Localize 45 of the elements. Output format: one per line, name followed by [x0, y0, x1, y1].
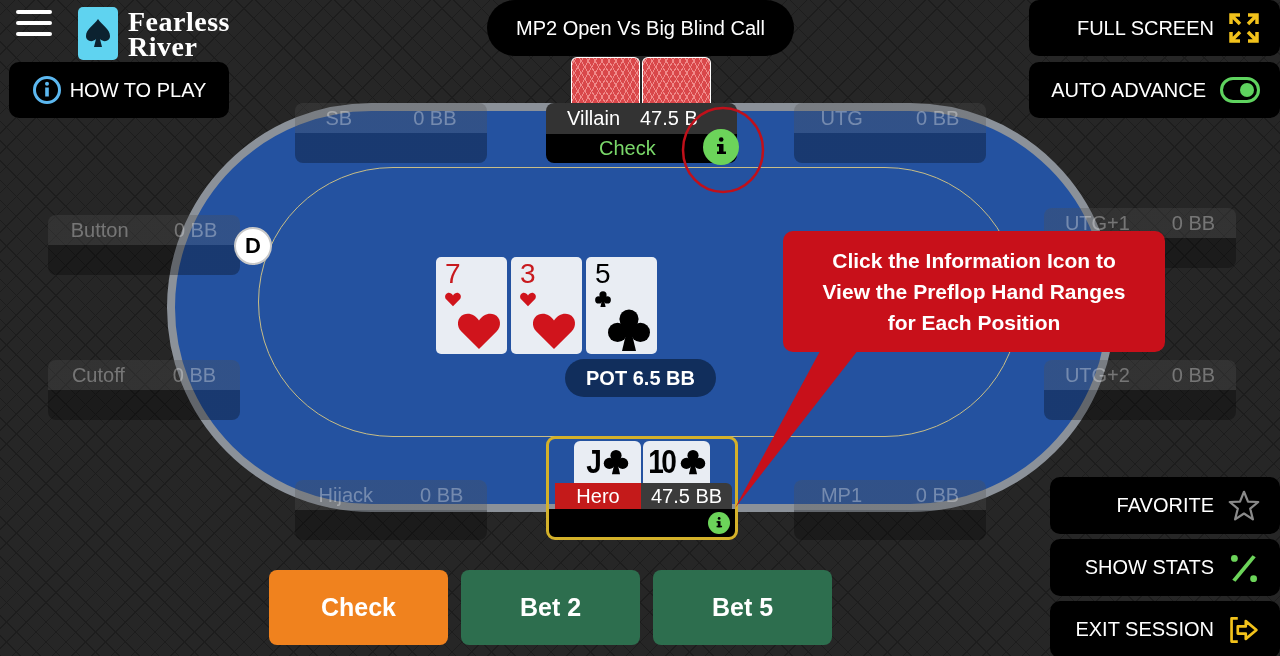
- seat-position: UTG+2: [1064, 363, 1130, 388]
- villain-name: Villain: [567, 107, 620, 130]
- seat-stack: 0 BB: [413, 106, 457, 131]
- card-rank: 7: [445, 259, 461, 289]
- card-rank: 10: [648, 444, 675, 480]
- pot-label: POT 6.5 BB: [565, 359, 716, 397]
- seat-position: UTG: [820, 106, 863, 131]
- toggle-switch[interactable]: [1220, 77, 1260, 103]
- seat-position: Cutoff: [71, 363, 125, 388]
- hero-name: Hero: [555, 483, 641, 509]
- full-screen-button[interactable]: FULL SCREEN: [1029, 0, 1280, 56]
- menu-icon[interactable]: [16, 10, 52, 36]
- show-stats-button[interactable]: SHOW STATS: [1050, 539, 1280, 596]
- villain-action: Check: [598, 136, 656, 161]
- card-rank: 3: [520, 259, 536, 289]
- card-back: [571, 57, 640, 106]
- card-rank: J: [585, 444, 599, 480]
- card-rank: 5: [595, 259, 611, 289]
- seat-position: MP1: [820, 483, 862, 508]
- info-icon: [31, 75, 62, 105]
- auto-advance-toggle[interactable]: AUTO ADVANCE: [1029, 62, 1280, 118]
- favorite-button[interactable]: FAVORITE: [1050, 477, 1280, 534]
- seat-stack: 0 BB: [916, 106, 960, 131]
- info-icon[interactable]: [708, 512, 730, 534]
- club-icon: [678, 448, 707, 476]
- seat-position: SB: [325, 106, 353, 131]
- spade-logo-icon: [78, 7, 118, 60]
- how-to-play-button[interactable]: HOW TO PLAY: [9, 62, 229, 118]
- exit-session-button[interactable]: EXIT SESSION: [1050, 601, 1280, 656]
- seat-stack: 0 BB: [420, 483, 464, 508]
- seat-position: Button: [70, 218, 129, 243]
- expand-icon: [1228, 12, 1260, 44]
- club-icon: [602, 448, 631, 476]
- bet-button[interactable]: Bet 2: [461, 570, 640, 645]
- card-back: [642, 57, 711, 106]
- logo-text: Fearless: [128, 8, 230, 34]
- bet-button[interactable]: Bet 5: [653, 570, 832, 645]
- seat-stack: 0 BB: [1171, 363, 1216, 388]
- seat-stack: 0 BB: [915, 483, 960, 508]
- logo-text: River: [128, 33, 198, 59]
- hero-stack: 47.5 BB: [641, 483, 732, 509]
- seat-stack: 0 BB: [1171, 211, 1216, 236]
- seat-position: Hijack: [318, 483, 373, 508]
- scenario-title: MP2 Open Vs Big Blind Call: [487, 0, 794, 56]
- info-icon[interactable]: [703, 129, 739, 165]
